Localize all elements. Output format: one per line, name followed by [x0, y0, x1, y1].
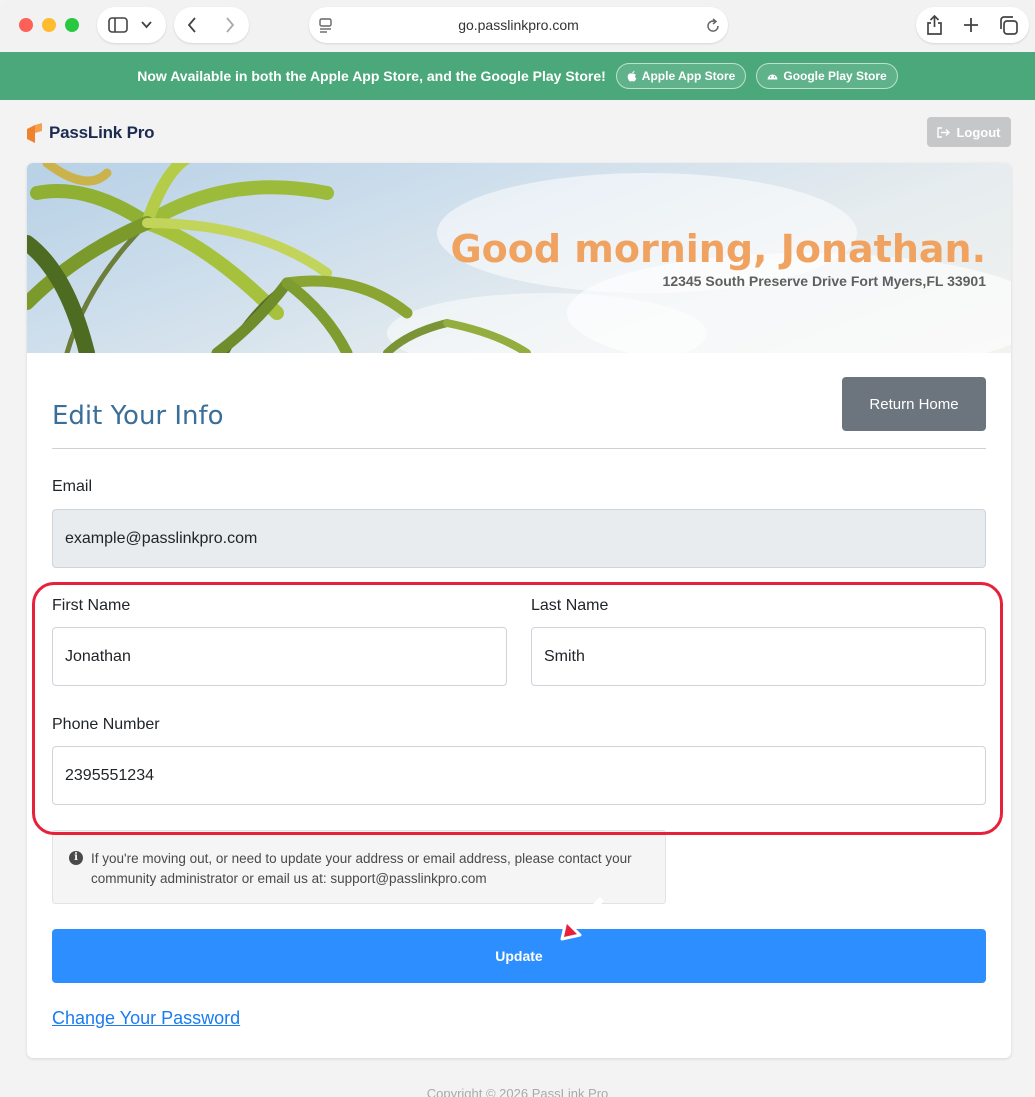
phone-number-label: Phone Number [52, 716, 160, 733]
sidebar-icon [108, 17, 128, 33]
title-divider [52, 448, 986, 449]
notice-text: If you're moving out, or need to update … [91, 851, 632, 886]
edit-info-card: Good morning, Jonathan. 12345 South Pres… [27, 163, 1011, 1058]
new-tab-icon[interactable] [963, 17, 979, 33]
logout-label: Logout [956, 124, 1001, 140]
address-bar[interactable]: go.passlinkpro.com [309, 7, 728, 43]
chevron-down-icon[interactable] [141, 21, 152, 29]
logout-icon [937, 126, 951, 138]
banner-text: Now Available in both the Apple App Stor… [137, 68, 606, 84]
logo-text: PassLink Pro [49, 123, 155, 142]
email-field[interactable]: example@passlinkpro.com [52, 509, 986, 568]
reload-icon[interactable] [706, 18, 720, 33]
google-play-store-button[interactable]: Google Play Store [756, 63, 898, 89]
tab-overview-icon[interactable] [999, 16, 1018, 35]
passlink-logo[interactable]: PassLink Pro [27, 123, 155, 143]
android-icon [767, 74, 778, 80]
pointer-arrow-icon [560, 897, 604, 941]
resident-address: 12345 South Preserve Drive Fort Myers,FL… [662, 273, 986, 289]
browser-toolbar: go.passlinkpro.com [0, 0, 1035, 52]
back-icon[interactable] [187, 17, 197, 33]
info-icon: i [69, 851, 83, 865]
logout-button[interactable]: Logout [927, 117, 1011, 147]
forward-icon[interactable] [225, 17, 235, 33]
first-name-label: First Name [52, 597, 131, 614]
footer-copyright: Copyright © 2026 PassLink Pro [426, 1086, 609, 1097]
sidebar-toggle[interactable] [97, 7, 166, 43]
apple-app-store-label: Apple App Store [641, 69, 736, 83]
apple-icon [627, 70, 637, 82]
first-name-field[interactable]: Jonathan [52, 627, 507, 686]
logo-mark-icon [27, 123, 42, 143]
navigation-buttons [174, 7, 249, 43]
close-window-button[interactable] [19, 18, 33, 32]
last-name-label: Last Name [531, 597, 609, 614]
app-store-banner: Now Available in both the Apple App Stor… [0, 52, 1035, 100]
browser-actions [916, 7, 1029, 43]
hero-banner: Good morning, Jonathan. 12345 South Pres… [27, 163, 1011, 353]
url-text: go.passlinkpro.com [458, 17, 579, 33]
page-icon [319, 18, 332, 33]
update-button[interactable]: Update [52, 929, 986, 983]
return-home-button[interactable]: Return Home [842, 377, 986, 431]
last-name-field[interactable]: Smith [531, 627, 986, 686]
google-play-store-label: Google Play Store [783, 69, 887, 83]
page-title: Edit Your Info [52, 401, 224, 431]
share-icon[interactable] [926, 15, 943, 35]
zoom-window-button[interactable] [65, 18, 79, 32]
minimize-window-button[interactable] [42, 18, 56, 32]
apple-app-store-button[interactable]: Apple App Store [615, 63, 747, 89]
email-label: Email [52, 478, 93, 495]
phone-number-field[interactable]: 2395551234 [52, 746, 986, 805]
greeting-heading: Good morning, Jonathan. [450, 227, 986, 271]
change-password-link[interactable]: Change Your Password [52, 1008, 240, 1029]
